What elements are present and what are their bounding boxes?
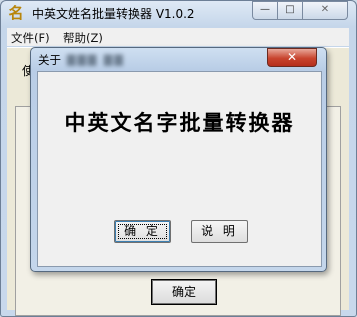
minimize-button[interactable]: — <box>252 1 278 20</box>
blurred-background-text: ▇▇▇ ▇▇ <box>67 53 125 66</box>
dialog-help-button[interactable]: 说 明 <box>191 220 248 243</box>
titlebar: 名 中英文姓名批量转换器 V1.0.2 — □ ✕ <box>1 1 356 27</box>
window-title: 中英文姓名批量转换器 V1.0.2 <box>32 7 195 21</box>
dialog-body: 中英文名字批量转换器 确 定 说 明 <box>37 71 322 267</box>
menu-help[interactable]: 帮助(Z) <box>63 30 103 46</box>
maximize-button[interactable]: □ <box>277 1 303 20</box>
about-dialog: 关于 ▇▇▇ ▇▇ ✕ 中英文名字批量转换器 确 定 说 明 <box>30 47 327 272</box>
dialog-ok-label: 确 定 <box>124 224 161 238</box>
dialog-close-button[interactable]: ✕ <box>267 48 317 67</box>
app-icon: 名 <box>8 4 24 22</box>
dialog-title: 关于 <box>38 53 61 67</box>
main-ok-button[interactable]: 确定 <box>151 279 217 305</box>
dialog-ok-button[interactable]: 确 定 <box>114 220 171 243</box>
menubar: 文件(F) 帮助(Z) <box>7 28 349 46</box>
about-headline: 中英文名字批量转换器 <box>64 110 295 135</box>
menu-file[interactable]: 文件(F) <box>11 30 50 46</box>
close-button[interactable]: ✕ <box>302 1 348 20</box>
